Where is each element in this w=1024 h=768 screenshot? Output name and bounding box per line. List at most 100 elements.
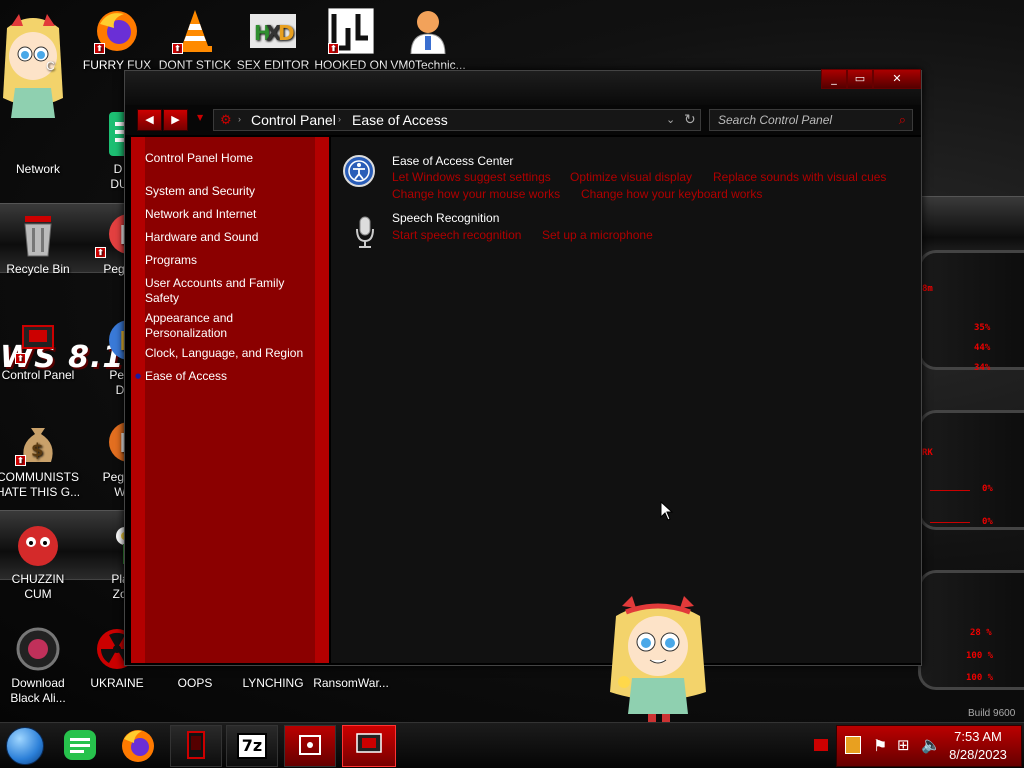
hud-value: 0% [982, 517, 993, 527]
green-chat-icon [64, 730, 96, 760]
taskbar-red-device[interactable] [170, 725, 222, 767]
desktop-icon-black-orb[interactable]: Download Black Ali... [0, 626, 78, 706]
sidebar-item-hardware-sound[interactable]: Hardware and Sound [145, 230, 315, 245]
sidebar-item-programs[interactable]: Programs [145, 253, 315, 268]
category-title-speech-recognition[interactable]: Speech Recognition [392, 211, 499, 225]
desktop-icon-label: Download Black Ali... [10, 676, 66, 705]
hud-text: 8m [922, 284, 933, 294]
clock[interactable]: 7:53 AM 8/28/2023 [943, 728, 1013, 764]
minimize-button[interactable]: _ [821, 69, 847, 89]
start-orb-icon[interactable] [6, 727, 44, 765]
link-start-speech-recognition[interactable]: Start speech recognition [392, 228, 521, 242]
desktop-icon-label: Recycle Bin [6, 262, 70, 276]
shortcut-badge-icon: ⬆ [15, 455, 26, 466]
control-panel-icon: ⬆ [15, 318, 61, 364]
sidebar-item-network-internet[interactable]: Network and Internet [145, 207, 315, 222]
sidebar-item-user-accounts[interactable]: User Accounts and Family Safety [145, 276, 295, 306]
address-dropdown-icon[interactable]: ⌄ [666, 113, 675, 126]
sidebar-panel: Control Panel Home System and Security N… [135, 137, 315, 663]
address-bar[interactable]: ⚙ › Control Panel › Ease of Access ⌄ ↻ [213, 109, 701, 131]
hud-value: 100 % [966, 651, 994, 661]
shortcut-badge-icon: ⬆ [94, 43, 105, 54]
money-bag-icon: $ ⬆ [15, 420, 61, 466]
tray-app-icon[interactable] [845, 736, 861, 754]
hud-value: 34% [974, 363, 991, 373]
link-change-mouse[interactable]: Change how your mouse works [392, 187, 560, 201]
desktop-icon-label: Network [15, 162, 60, 176]
hud-panel [918, 410, 1024, 530]
desktop-icon-vlc[interactable]: ⬆ DONT STICK [155, 8, 235, 73]
desktop-icon-chuzzle[interactable]: CHUZZIN CUM [0, 522, 78, 602]
recycle-bin-icon [15, 212, 61, 258]
taskbar-7zip[interactable]: 7z [226, 725, 278, 767]
desktop-icon-label: CHUZZIN CUM [11, 572, 65, 601]
taskbar-red-media[interactable] [284, 725, 336, 767]
desktop-icon-hex-editor[interactable]: H X D SEX EDITOR [233, 8, 313, 73]
desktop-icon-label: COMMUNISTS HATE THIS G... [0, 470, 81, 499]
hud-graph-line [930, 490, 970, 491]
breadcrumb-separator-icon: › [338, 114, 341, 124]
desktop-icon-vmo[interactable]: VM0Technic... [388, 8, 468, 73]
desktop-icon-label: Control Panel [1, 368, 75, 382]
desktop-icon-label: LYNCHING [242, 676, 304, 690]
control-panel-window: _ ▭ ✕ ◀ ▶ ▼ ⚙ › Control Panel › Ease of … [124, 69, 922, 666]
desktop-icon-label: OOPS [177, 676, 213, 690]
link-replace-sounds[interactable]: Replace sounds with visual cues [713, 170, 886, 184]
microphone-icon[interactable] [355, 215, 375, 249]
svg-text:$: $ [31, 440, 44, 461]
breadcrumb-control-panel[interactable]: Control Panel [251, 112, 336, 128]
close-button[interactable]: ✕ [873, 69, 921, 89]
search-input[interactable]: Search Control Panel ⌕ [709, 109, 913, 131]
ease-of-access-icon[interactable] [343, 155, 375, 187]
sidebar-control-panel-home[interactable]: Control Panel Home [145, 151, 315, 166]
link-let-windows-suggest[interactable]: Let Windows suggest settings [392, 170, 551, 184]
action-center-flag-icon[interactable]: ⚑ [873, 736, 887, 755]
clock-time: 7:53 AM [954, 729, 1002, 744]
recent-pages-dropdown[interactable]: ▼ [197, 113, 203, 122]
taskbar-control-panel[interactable] [342, 725, 396, 767]
hud-graph-line [930, 522, 970, 523]
desktop-icon-money-bag[interactable]: $ ⬆ COMMUNISTS HATE THIS G... [0, 420, 80, 500]
red-device-icon [187, 731, 205, 759]
link-set-up-microphone[interactable]: Set up a microphone [542, 228, 653, 242]
active-item-indicator-icon: ● [135, 372, 142, 380]
sidebar-item-clock-language[interactable]: Clock, Language, and Region [145, 346, 315, 361]
desktop-icon-label: UKRAINE [90, 676, 144, 690]
search-icon[interactable]: ⌕ [899, 110, 906, 130]
desktop-icon-maze[interactable]: ⬆ HOOKED ON [311, 7, 391, 73]
desktop-icon-firefox[interactable]: ⬆ FURRY FUX [77, 8, 157, 73]
network-icon[interactable]: ⊞ [897, 736, 910, 754]
hud-value: 44% [974, 343, 991, 353]
taskbar-firefox[interactable] [112, 725, 164, 767]
breadcrumb-ease-of-access[interactable]: Ease of Access [352, 112, 448, 128]
forward-button[interactable]: ▶ [163, 109, 188, 131]
desktop-icon-label: RansomWar... [313, 676, 389, 690]
control-panel-small-icon: ⚙ [220, 112, 232, 127]
svg-text:D: D [278, 21, 295, 45]
vlc-cone-icon: ⬆ [172, 8, 218, 54]
sidebar-item-appearance[interactable]: Appearance and Personalization [145, 311, 295, 341]
shortcut-badge-icon: ⬆ [15, 353, 26, 364]
refresh-icon[interactable]: ↻ [684, 111, 696, 128]
content-pane: Ease of Access Center Let Windows sugges… [331, 137, 921, 663]
desktop-icon-character[interactable]: C [0, 8, 74, 118]
link-optimize-visual-display[interactable]: Optimize visual display [570, 170, 692, 184]
maximize-button[interactable]: ▭ [847, 69, 873, 89]
sidebar-item-system-security[interactable]: System and Security [145, 184, 315, 199]
back-button[interactable]: ◀ [137, 109, 162, 131]
sidebar: Control Panel Home System and Security N… [131, 137, 329, 663]
shortcut-badge-icon: ⬆ [328, 43, 339, 54]
taskbar-chat-app[interactable] [54, 725, 106, 767]
window-titlebar[interactable]: _ ▭ ✕ [125, 69, 921, 105]
volume-icon[interactable]: 🔈 [921, 735, 941, 754]
sidebar-item-ease-of-access[interactable]: Ease of Access [145, 369, 315, 384]
breadcrumb-separator-icon: › [238, 114, 241, 124]
network-icon [15, 112, 61, 158]
category-title-ease-of-access-center[interactable]: Ease of Access Center [392, 154, 513, 168]
link-change-keyboard[interactable]: Change how your keyboard works [581, 187, 762, 201]
control-panel-icon [356, 733, 382, 753]
desktop-icon-control-panel[interactable]: ⬆ Control Panel [0, 318, 78, 383]
show-hidden-icons-button[interactable] [814, 739, 828, 751]
desktop-icon-network[interactable]: Network [0, 112, 78, 177]
desktop-icon-recycle-bin[interactable]: Recycle Bin [0, 212, 78, 277]
